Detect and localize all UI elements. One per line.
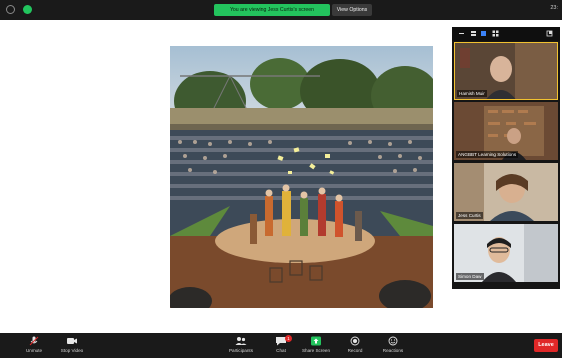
panel-toolbar bbox=[452, 27, 560, 41]
smiley-icon bbox=[388, 336, 398, 346]
stop-video-button[interactable]: Stop Video bbox=[48, 336, 96, 356]
participant-name-4: Simon Daw bbox=[456, 273, 484, 280]
thumbnail-view-icon[interactable] bbox=[470, 30, 477, 37]
reactions-button[interactable]: Reactions bbox=[369, 336, 417, 356]
share-screen-icon bbox=[311, 336, 321, 346]
speaker-view-icon[interactable] bbox=[480, 30, 487, 37]
viewing-share-banner: You are viewing Jess Curtis's screen bbox=[214, 4, 330, 16]
participant-name-2: ANGBBT Learning Solutions bbox=[456, 151, 519, 158]
video-camera-icon bbox=[67, 338, 77, 344]
participant-tile-3[interactable]: Jess Curtis bbox=[454, 163, 558, 221]
leave-meeting-button[interactable]: Leave bbox=[534, 339, 558, 352]
participant-name-3: Jess Curtis bbox=[456, 212, 483, 219]
participant-tile-1[interactable]: Hamish Muir bbox=[454, 42, 558, 100]
participant-panel: Hamish Muir ANGBBT Learning Solutions Je… bbox=[452, 27, 560, 289]
stop-video-label: Stop Video bbox=[60, 348, 84, 353]
minimize-icon[interactable] bbox=[458, 30, 465, 37]
top-bar: You are viewing Jess Curtis's screen Vie… bbox=[0, 0, 562, 20]
meeting-info-icon[interactable] bbox=[6, 5, 15, 14]
participant-tile-2[interactable]: ANGBBT Learning Solutions bbox=[454, 102, 558, 160]
participants-icon bbox=[235, 337, 247, 345]
participant-tile-4[interactable]: Simon Daw bbox=[454, 224, 558, 282]
pop-out-icon[interactable] bbox=[546, 30, 553, 37]
meeting-toolbar: Unmute Stop Video Participants 1 Chat Sh… bbox=[0, 333, 562, 358]
microphone-muted-icon bbox=[29, 336, 39, 346]
shared-screen-area bbox=[0, 20, 450, 333]
record-icon bbox=[350, 336, 360, 346]
reactions-label: Reactions bbox=[382, 348, 404, 353]
theatre-photo-svg bbox=[170, 46, 433, 308]
shared-theatre-image bbox=[170, 46, 433, 308]
security-shield-icon[interactable] bbox=[23, 5, 32, 14]
chat-badge: 1 bbox=[285, 335, 292, 342]
view-options-button[interactable]: View Options bbox=[332, 4, 372, 16]
gallery-view-icon[interactable] bbox=[492, 30, 499, 37]
top-right-text: 23: bbox=[550, 5, 558, 11]
participant-name-1: Hamish Muir bbox=[457, 90, 487, 97]
top-left-icons bbox=[6, 5, 32, 14]
